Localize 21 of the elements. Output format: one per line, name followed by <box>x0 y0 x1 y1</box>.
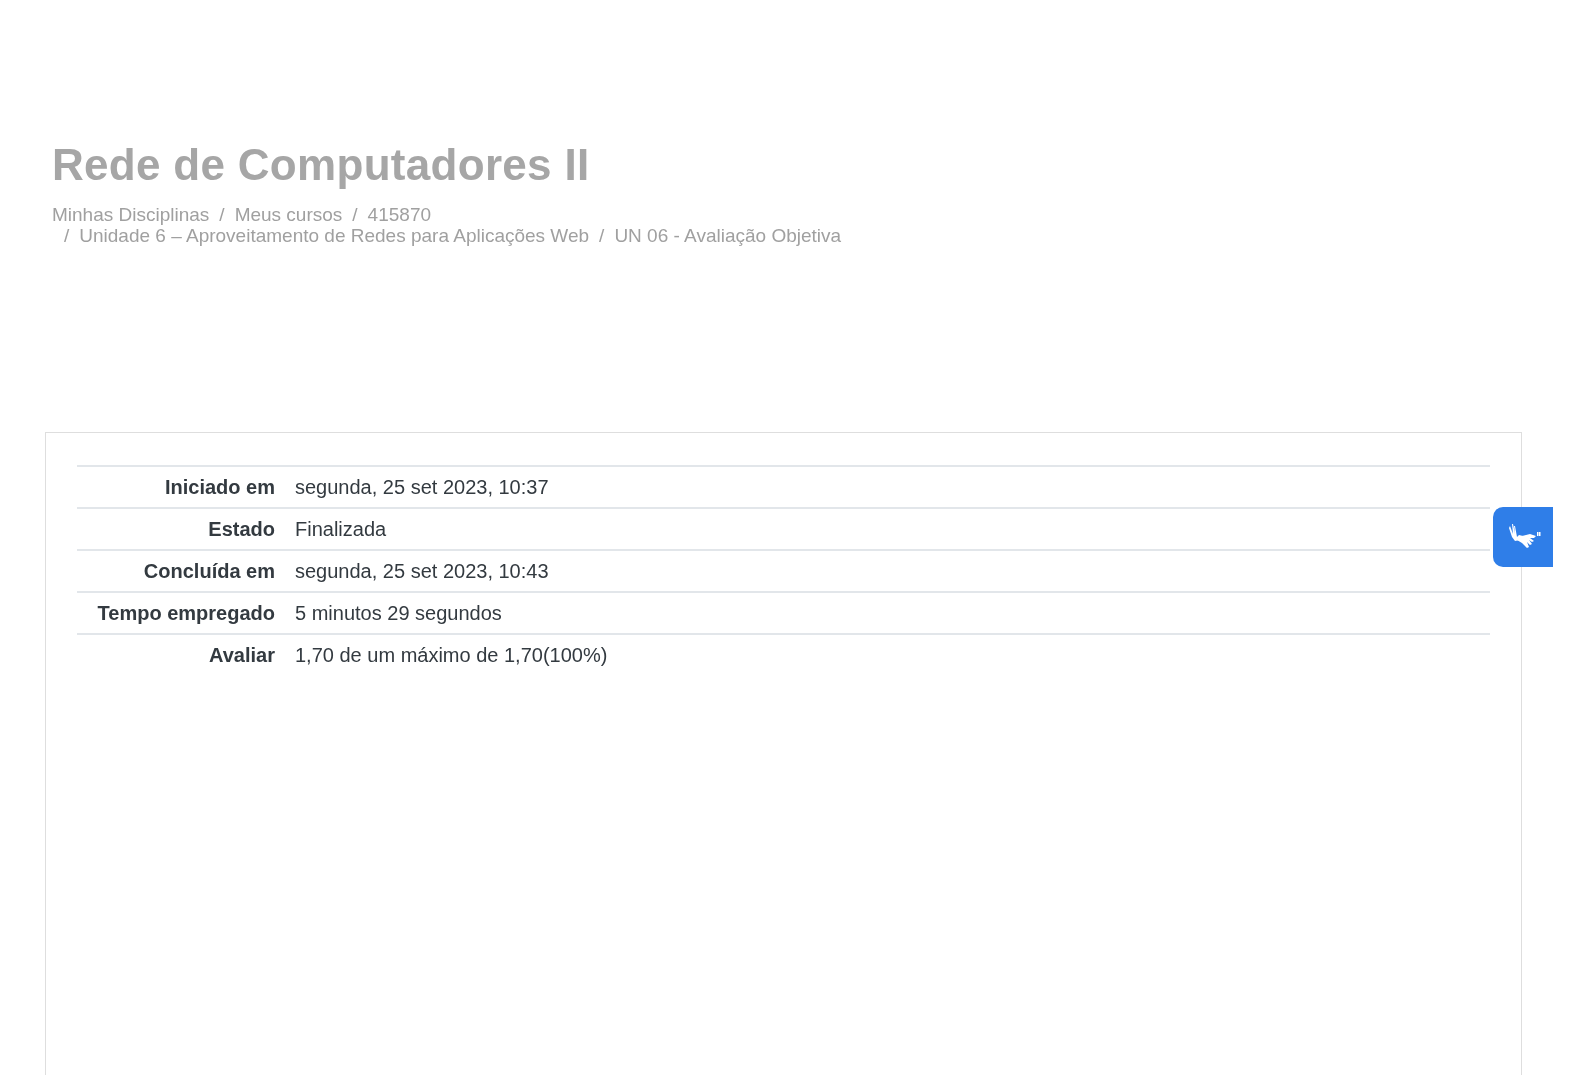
field-label: Concluída em <box>142 559 275 584</box>
field-value: 1,70 de um máximo de 1,70(100%) <box>295 643 609 668</box>
breadcrumb-separator: / <box>352 204 358 225</box>
field-label: Avaliar <box>208 643 275 668</box>
breadcrumb-link[interactable]: UN 06 - Avaliação Objetiva <box>614 225 842 246</box>
breadcrumb-separator: / <box>64 225 70 246</box>
field-label: Tempo empregado <box>96 601 275 626</box>
breadcrumb-separator: / <box>599 225 605 246</box>
field-value: segunda, 25 set 2023, 10:37 <box>295 475 550 500</box>
field-value: 5 minutos 29 segundos <box>295 601 503 626</box>
breadcrumb-link[interactable]: Meus cursos <box>234 204 343 225</box>
field-value: Finalizada <box>295 517 388 542</box>
page-title: Rede de Computadores II <box>52 140 591 190</box>
field-label: Iniciado em <box>163 475 275 500</box>
field-label: Estado <box>207 517 275 542</box>
sign-language-button[interactable] <box>1493 507 1553 567</box>
breadcrumb-link[interactable]: 415870 <box>367 204 431 225</box>
breadcrumb-separator: / <box>219 204 225 225</box>
breadcrumb-link[interactable]: Unidade 6 – Aproveitamento de Redes para Aplicações Web <box>79 225 590 246</box>
breadcrumb-link[interactable]: Minhas Disciplinas <box>52 204 210 225</box>
field-value: segunda, 25 set 2023, 10:43 <box>295 559 550 584</box>
